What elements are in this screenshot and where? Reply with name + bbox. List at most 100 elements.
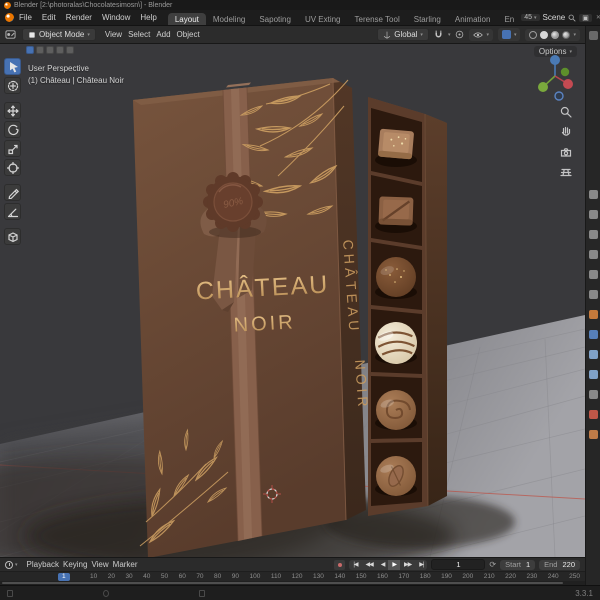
transport-button-▶[interactable]: ▶ bbox=[388, 560, 400, 570]
blender-menu-icon[interactable] bbox=[5, 13, 14, 22]
proportional-editing-icon[interactable] bbox=[455, 30, 464, 39]
timeline-menu-item-keying[interactable]: Keying bbox=[61, 560, 89, 569]
timeline-editor-type-icon[interactable]: ▾ bbox=[5, 561, 18, 569]
nav-button-pan[interactable] bbox=[560, 126, 572, 138]
tool-button-transform[interactable] bbox=[4, 159, 21, 176]
viewport-nav-controls bbox=[560, 106, 572, 178]
tool-button-add-cube[interactable] bbox=[4, 228, 21, 245]
gizmo-y-neg-axis[interactable] bbox=[561, 68, 569, 76]
menu-item-render[interactable]: Render bbox=[61, 13, 97, 22]
menu-item-help[interactable]: Help bbox=[135, 13, 161, 22]
chocolate-dark-truffle[interactable] bbox=[376, 257, 416, 297]
transport-button-|◀[interactable]: |◀ bbox=[349, 560, 361, 570]
viewport-mini-icon-render-shading[interactable] bbox=[56, 46, 64, 54]
transport-button-◀◀[interactable]: ◀◀ bbox=[362, 560, 377, 570]
unlink-scene-icon[interactable]: ✕ bbox=[595, 14, 600, 21]
viewport-mini-icon-material-shading[interactable] bbox=[46, 46, 54, 54]
workspace-tab-uv-exting[interactable]: UV Exting bbox=[298, 13, 348, 25]
start-frame-field[interactable]: Start1 bbox=[500, 560, 535, 570]
workspace-tab-sapoting[interactable]: Sapoting bbox=[252, 13, 298, 25]
shading-material-icon[interactable] bbox=[551, 31, 559, 39]
auto-keying-button[interactable] bbox=[334, 560, 345, 570]
menu-item-edit[interactable]: Edit bbox=[37, 13, 61, 22]
viewport-menu-item-view[interactable]: View bbox=[102, 30, 125, 39]
transport-button-◀[interactable]: ◀ bbox=[377, 560, 389, 570]
properties-tab-scene[interactable] bbox=[589, 270, 598, 279]
properties-tab-view-layer[interactable] bbox=[589, 250, 598, 259]
chocolate-square-diagonal[interactable] bbox=[379, 196, 414, 225]
tool-button-rotate[interactable] bbox=[4, 121, 21, 138]
chocolate-square-gold-flakes[interactable] bbox=[378, 129, 414, 160]
nav-button-perspective[interactable] bbox=[560, 166, 572, 178]
chocolate-leaf-imprint[interactable] bbox=[376, 456, 416, 496]
navigation-gizmo[interactable] bbox=[535, 50, 575, 102]
viewport-menu-item-add[interactable]: Add bbox=[153, 30, 173, 39]
transport-button-▶▶[interactable]: ▶▶ bbox=[400, 560, 415, 570]
properties-tab-particles[interactable] bbox=[589, 350, 598, 359]
gizmo-x-axis[interactable] bbox=[563, 79, 573, 89]
viewport-menu-item-select[interactable]: Select bbox=[125, 30, 153, 39]
closed-chocolate-box[interactable]: 90% CHÂTEAU NOIR CHÂTEAU NOIR bbox=[133, 78, 372, 557]
snap-magnet-icon[interactable] bbox=[434, 30, 443, 39]
mode-dropdown[interactable]: Object Mode▾ bbox=[22, 28, 96, 41]
timeline-scrollbar[interactable] bbox=[0, 581, 585, 585]
properties-tab-object[interactable] bbox=[589, 310, 598, 319]
properties-tab-tool[interactable] bbox=[589, 190, 598, 199]
properties-tab-modifiers[interactable] bbox=[589, 330, 598, 339]
workspace-tab-animation[interactable]: Animation bbox=[448, 13, 498, 25]
properties-tab-physics[interactable] bbox=[589, 370, 598, 379]
transform-orientation-dropdown[interactable]: Global▾ bbox=[377, 28, 429, 41]
editor-type-icon[interactable] bbox=[5, 29, 16, 40]
timeline-menu-item-playback[interactable]: Playback bbox=[25, 560, 61, 569]
timeline-menu-item-view[interactable]: View bbox=[89, 560, 110, 569]
workspace-tab-starling[interactable]: Starling bbox=[407, 13, 448, 25]
properties-tab-render[interactable] bbox=[589, 210, 598, 219]
shading-wireframe-icon[interactable] bbox=[529, 31, 537, 39]
workspace-tab-modeling[interactable]: Modeling bbox=[206, 13, 252, 25]
nav-button-zoom[interactable] bbox=[560, 106, 572, 118]
tool-button-cursor-3d[interactable] bbox=[4, 77, 21, 94]
menu-item-file[interactable]: File bbox=[14, 13, 37, 22]
overlays-toggle[interactable]: ▾ bbox=[469, 29, 493, 41]
tool-button-measure[interactable] bbox=[4, 203, 21, 220]
properties-tab-texture[interactable] bbox=[589, 430, 598, 439]
workspace-tab-en[interactable]: En bbox=[497, 13, 521, 25]
scene-browse-chip[interactable]: 45▾ bbox=[521, 14, 539, 21]
tool-button-select-box[interactable] bbox=[4, 58, 21, 75]
chocolate-milk-swirl[interactable] bbox=[376, 390, 416, 430]
viewport-menu-item-object[interactable]: Object bbox=[174, 30, 203, 39]
search-icon[interactable] bbox=[568, 14, 576, 22]
properties-tab-output[interactable] bbox=[589, 230, 598, 239]
tool-button-annotate[interactable] bbox=[4, 184, 21, 201]
transport-button-▶|[interactable]: ▶| bbox=[415, 560, 427, 570]
sync-icon[interactable]: ⟳ bbox=[489, 560, 496, 569]
menu-item-window[interactable]: Window bbox=[97, 13, 135, 22]
properties-editor-type-icon[interactable] bbox=[589, 31, 598, 40]
new-scene-icon[interactable]: ▣ bbox=[579, 14, 592, 22]
viewport-3d[interactable]: 90% CHÂTEAU NOIR CHÂTEAU NOIR bbox=[0, 44, 585, 557]
timeline-ruler[interactable]: 1020304050607080901001101201301401501601… bbox=[0, 571, 585, 581]
nav-button-camera[interactable] bbox=[560, 146, 572, 158]
viewport-mini-icon-editor-type[interactable] bbox=[26, 46, 34, 54]
end-frame-field[interactable]: End220 bbox=[539, 560, 580, 570]
workspace-tab-layout[interactable]: Layout bbox=[168, 13, 206, 25]
tool-button-move[interactable] bbox=[4, 102, 21, 119]
gizmo-z-axis[interactable] bbox=[550, 55, 560, 65]
current-frame-field[interactable]: 1 bbox=[431, 559, 485, 570]
open-chocolate-box[interactable] bbox=[368, 97, 447, 516]
gizmo-y-axis[interactable] bbox=[538, 82, 548, 92]
shading-rendered-icon[interactable] bbox=[562, 31, 570, 39]
properties-tab-constraints[interactable] bbox=[589, 390, 598, 399]
shading-solid-icon[interactable] bbox=[540, 31, 548, 39]
gizmo-z-neg-axis[interactable] bbox=[555, 92, 563, 100]
properties-tab-world[interactable] bbox=[589, 290, 598, 299]
workspace-tab-terense-tool[interactable]: Terense Tool bbox=[348, 13, 407, 25]
timeline-menu-item-marker[interactable]: Marker bbox=[111, 560, 140, 569]
tool-button-scale[interactable] bbox=[4, 140, 21, 157]
viewport-mini-icon-overlays[interactable] bbox=[66, 46, 74, 54]
blender-logo-icon bbox=[4, 2, 11, 9]
viewport-mini-icon-solid-shading[interactable] bbox=[36, 46, 44, 54]
xray-toggle[interactable]: ▾ bbox=[498, 28, 521, 41]
scene-name[interactable]: Scene bbox=[543, 13, 566, 22]
properties-tab-material[interactable] bbox=[589, 410, 598, 419]
